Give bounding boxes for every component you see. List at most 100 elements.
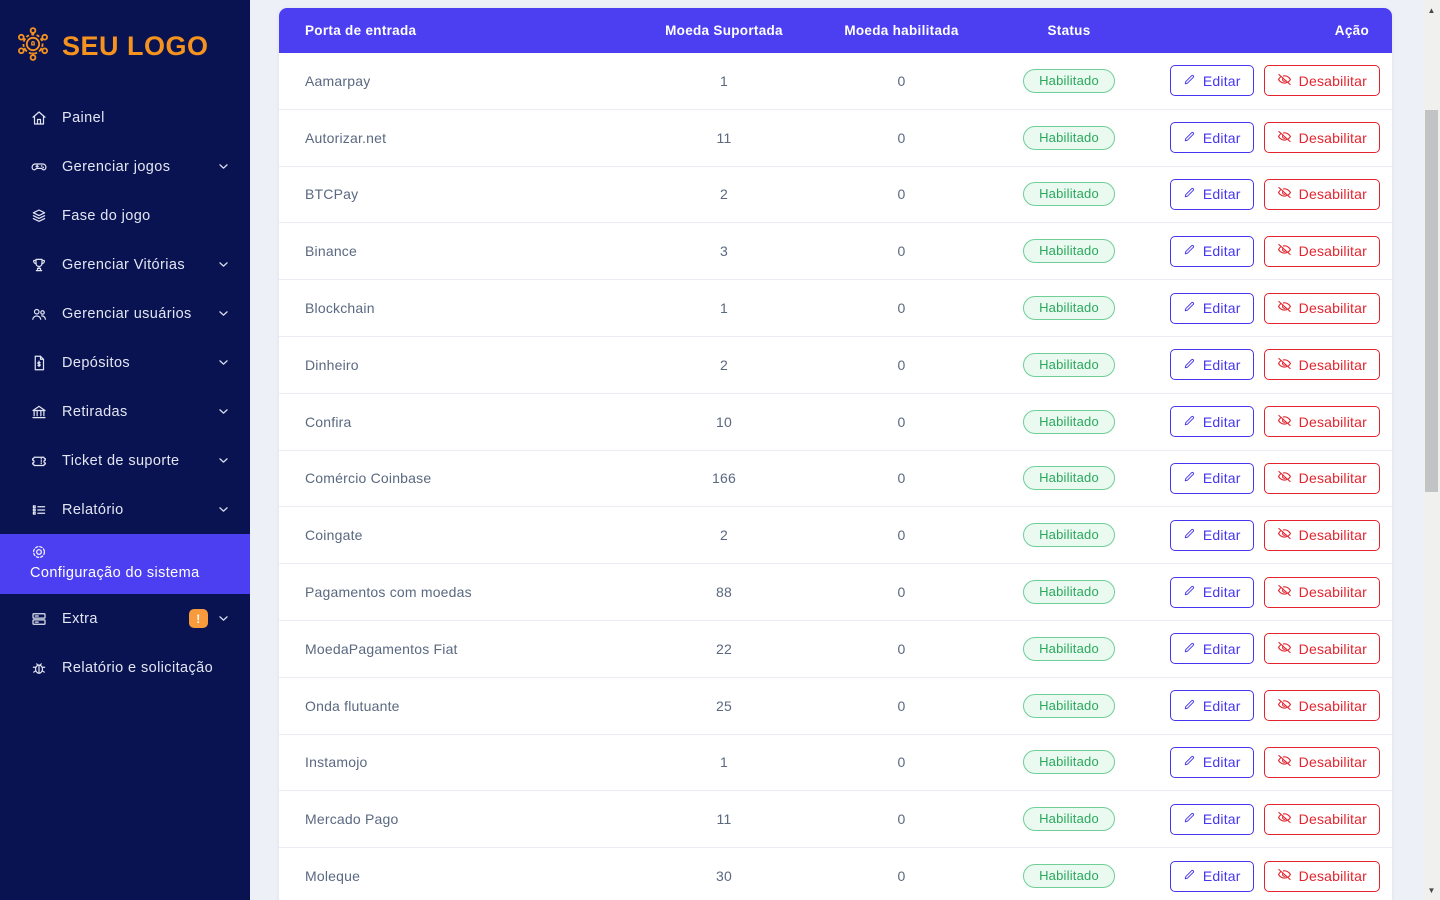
edit-button[interactable]: Editar bbox=[1169, 462, 1254, 494]
sidebar: SEU LOGO Painel Gerenciar jogos Fase do jo… bbox=[0, 0, 250, 900]
scroll-down-arrow[interactable]: ▼ bbox=[1423, 882, 1440, 898]
sidebar-item-relat-rio[interactable]: Relatório bbox=[0, 485, 250, 534]
pencil-icon bbox=[1183, 811, 1196, 827]
status-badge: Habilitado bbox=[1023, 523, 1115, 548]
edit-button-label: Editar bbox=[1202, 243, 1241, 260]
sidebar-item-painel[interactable]: Painel bbox=[0, 93, 250, 142]
eye-slash-icon bbox=[1277, 753, 1292, 771]
disable-button[interactable]: Desabilitar bbox=[1263, 746, 1380, 778]
disable-button[interactable]: Desabilitar bbox=[1263, 235, 1380, 267]
enabled-count: 0 bbox=[897, 640, 906, 657]
edit-button[interactable]: Editar bbox=[1169, 860, 1254, 892]
disable-button[interactable]: Desabilitar bbox=[1263, 178, 1380, 210]
disable-button[interactable]: Desabilitar bbox=[1263, 349, 1380, 381]
table-row: Comércio Coinbase 166 0 Habilitado Edita… bbox=[279, 450, 1392, 508]
disable-button[interactable]: Desabilitar bbox=[1263, 292, 1380, 324]
edit-button-label: Editar bbox=[1202, 470, 1241, 487]
disable-button[interactable]: Desabilitar bbox=[1263, 576, 1380, 608]
gateway-name: Instamojo bbox=[305, 754, 368, 771]
enabled-count: 0 bbox=[897, 243, 906, 260]
disable-button[interactable]: Desabilitar bbox=[1263, 860, 1380, 892]
disable-button[interactable]: Desabilitar bbox=[1263, 462, 1380, 494]
gateway-name: Coingate bbox=[305, 527, 363, 544]
gamepad-icon bbox=[30, 158, 48, 176]
pencil-icon bbox=[1183, 130, 1196, 146]
sidebar-item-label: Gerenciar usuários bbox=[62, 305, 192, 322]
scrollbar[interactable]: ▲ ▼ bbox=[1423, 0, 1440, 900]
sidebar-item-gerenciar-vit-rias[interactable]: Gerenciar Vitórias bbox=[0, 240, 250, 289]
edit-button-label: Editar bbox=[1202, 413, 1241, 430]
edit-button-label: Editar bbox=[1202, 186, 1241, 203]
eye-slash-icon bbox=[1277, 72, 1292, 90]
column-header-gateway: Porta de entrada bbox=[305, 23, 417, 38]
sidebar-item-gerenciar-jogos[interactable]: Gerenciar jogos bbox=[0, 142, 250, 191]
enabled-count: 0 bbox=[897, 868, 906, 885]
gateway-name: BTCPay bbox=[305, 186, 359, 203]
chevron-down-icon bbox=[217, 503, 230, 516]
enabled-count: 0 bbox=[897, 129, 906, 146]
edit-button[interactable]: Editar bbox=[1169, 122, 1254, 154]
edit-button[interactable]: Editar bbox=[1169, 65, 1254, 97]
table-row: Blockchain 1 0 Habilitado Editar Desabil… bbox=[279, 280, 1392, 337]
chevron-down-icon bbox=[217, 612, 230, 625]
sidebar-item-label: Painel bbox=[62, 109, 105, 126]
gateway-name: MoedaPagamentos Fiat bbox=[305, 640, 458, 657]
edit-button[interactable]: Editar bbox=[1169, 178, 1254, 210]
table-row: Onda flutuante 25 0 Habilitado Editar De… bbox=[279, 677, 1392, 735]
edit-button[interactable]: Editar bbox=[1169, 576, 1254, 608]
disable-button[interactable]: Desabilitar bbox=[1263, 122, 1380, 154]
sidebar-item-retiradas[interactable]: Retiradas bbox=[0, 387, 250, 436]
scroll-up-arrow[interactable]: ▲ bbox=[1423, 2, 1440, 18]
sidebar-item-ticket-de-suporte[interactable]: Ticket de suporte bbox=[0, 436, 250, 485]
pencil-icon bbox=[1183, 243, 1196, 259]
eye-slash-icon bbox=[1277, 469, 1292, 487]
sidebar-item-label: Retiradas bbox=[62, 403, 128, 420]
disable-button[interactable]: Desabilitar bbox=[1263, 803, 1380, 835]
edit-button[interactable]: Editar bbox=[1169, 690, 1254, 722]
edit-button[interactable]: Editar bbox=[1169, 803, 1254, 835]
status-badge: Habilitado bbox=[1023, 296, 1115, 321]
sidebar-item-dep-sitos[interactable]: Depósitos bbox=[0, 338, 250, 387]
status-badge: Habilitado bbox=[1023, 125, 1115, 150]
supported-count: 3 bbox=[720, 243, 728, 260]
edit-button[interactable]: Editar bbox=[1169, 349, 1254, 381]
column-header-enabled: Moeda habilitada bbox=[844, 23, 959, 38]
layers-icon bbox=[30, 207, 48, 225]
sidebar-item-fase-do-jogo[interactable]: Fase do jogo bbox=[0, 191, 250, 240]
edit-button-label: Editar bbox=[1202, 300, 1241, 317]
sidebar-item-label: Gerenciar jogos bbox=[62, 158, 171, 175]
table-row: Moleque 30 0 Habilitado Editar Desabilit… bbox=[279, 848, 1392, 900]
enabled-count: 0 bbox=[897, 72, 906, 89]
disable-button[interactable]: Desabilitar bbox=[1263, 406, 1380, 438]
edit-button[interactable]: Editar bbox=[1169, 292, 1254, 324]
logo[interactable]: SEU LOGO bbox=[0, 0, 250, 87]
eye-slash-icon bbox=[1277, 129, 1292, 147]
eye-slash-icon bbox=[1277, 526, 1292, 544]
gear-icon bbox=[30, 543, 48, 561]
enabled-count: 0 bbox=[897, 697, 906, 714]
edit-button[interactable]: Editar bbox=[1169, 746, 1254, 778]
disable-button[interactable]: Desabilitar bbox=[1263, 519, 1380, 551]
enabled-count: 0 bbox=[897, 300, 906, 317]
supported-count: 25 bbox=[716, 697, 732, 714]
edit-button-label: Editar bbox=[1202, 527, 1241, 544]
edit-button[interactable]: Editar bbox=[1169, 406, 1254, 438]
gateway-name: Autorizar.net bbox=[305, 129, 387, 146]
pencil-icon bbox=[1183, 754, 1196, 770]
disable-button-label: Desabilitar bbox=[1298, 129, 1367, 146]
sidebar-item-gerenciar-usu-rios[interactable]: Gerenciar usuários bbox=[0, 289, 250, 338]
scrollbar-thumb[interactable] bbox=[1425, 110, 1438, 492]
status-badge: Habilitado bbox=[1023, 352, 1115, 377]
edit-button[interactable]: Editar bbox=[1169, 235, 1254, 267]
sidebar-item-relat-rio-e-solicita-o[interactable]: Relatório e solicitação bbox=[0, 643, 250, 692]
disable-button[interactable]: Desabilitar bbox=[1263, 633, 1380, 665]
sidebar-item-configura-o-do-sistema[interactable]: Configuração do sistema bbox=[0, 534, 250, 594]
edit-button[interactable]: Editar bbox=[1169, 633, 1254, 665]
eye-slash-icon bbox=[1277, 299, 1292, 317]
edit-button[interactable]: Editar bbox=[1169, 519, 1254, 551]
disable-button[interactable]: Desabilitar bbox=[1263, 690, 1380, 722]
sidebar-item-extra[interactable]: Extra! bbox=[0, 594, 250, 643]
chevron-down-icon bbox=[217, 405, 230, 418]
disable-button[interactable]: Desabilitar bbox=[1263, 65, 1380, 97]
disable-button-label: Desabilitar bbox=[1298, 640, 1367, 657]
